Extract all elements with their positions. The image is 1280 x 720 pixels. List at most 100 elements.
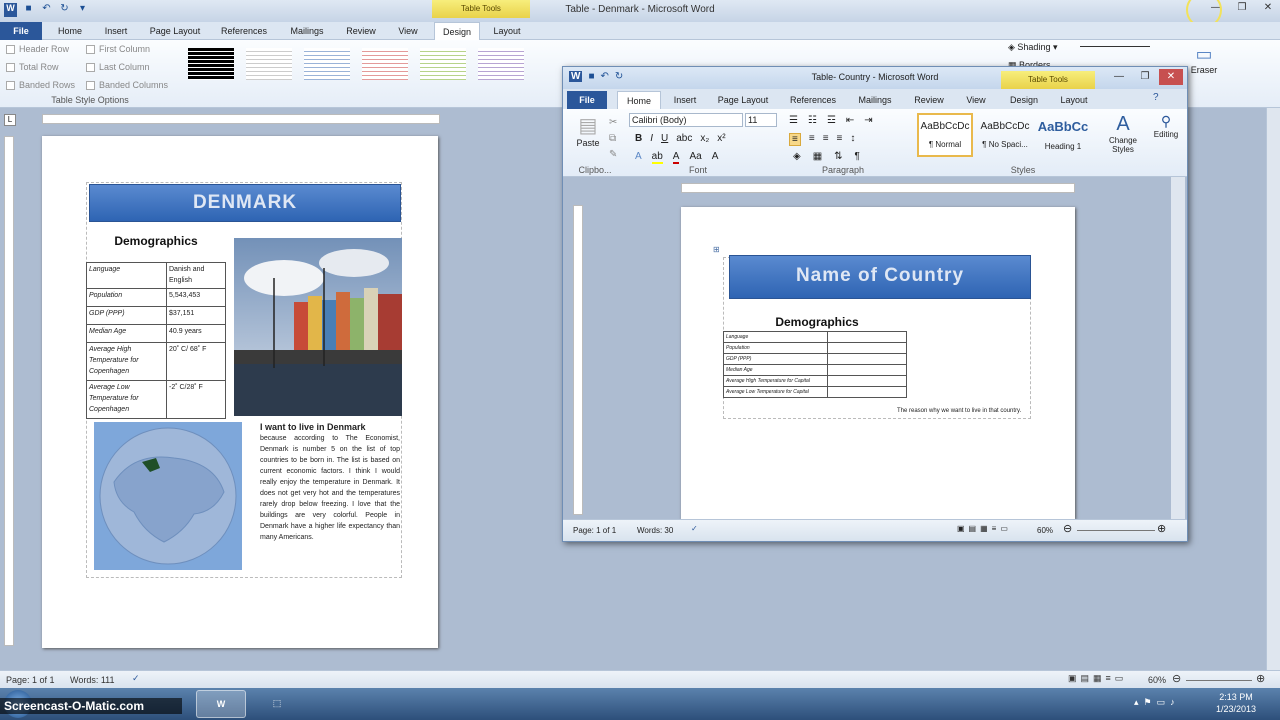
restore-icon[interactable]: ❐ xyxy=(1230,0,1254,16)
justify-icon[interactable]: ≡ xyxy=(837,133,843,146)
italic-icon[interactable]: I xyxy=(650,133,653,144)
page-count[interactable]: Page: 1 of 1 xyxy=(573,526,616,535)
tab-home[interactable]: Home xyxy=(617,91,661,109)
proofing-icon[interactable]: ✓ xyxy=(691,524,698,533)
restore-icon[interactable]: ❐ xyxy=(1133,69,1157,85)
line-spacing-icon[interactable]: ↕ xyxy=(850,133,855,146)
table-style-swatch[interactable] xyxy=(478,48,524,80)
center-icon[interactable]: ≡ xyxy=(809,133,815,146)
inner-document-page[interactable]: Name of Country Demographics Language Po… xyxy=(681,207,1075,519)
tab-view[interactable]: View xyxy=(390,22,426,40)
style-normal[interactable]: AaBbCcDc ¶ Normal xyxy=(917,113,973,157)
bold-icon[interactable]: B xyxy=(635,133,642,144)
highlight-icon[interactable]: ab xyxy=(651,151,663,164)
tab-mailings[interactable]: Mailings xyxy=(849,91,901,109)
close-icon[interactable]: ✕ xyxy=(1256,0,1280,16)
page-count[interactable]: Page: 1 of 1 xyxy=(6,675,55,685)
change-case-icon[interactable]: Aa xyxy=(689,151,701,164)
table-style-swatch[interactable] xyxy=(420,48,466,80)
shading-button[interactable]: ◈ Shading ▾ xyxy=(1008,42,1057,53)
tab-mailings[interactable]: Mailings xyxy=(282,22,332,40)
paste-button[interactable]: ▤ Paste xyxy=(571,113,605,148)
font-color-icon[interactable]: A xyxy=(672,151,680,164)
tab-page-layout[interactable]: Page Layout xyxy=(144,22,206,40)
close-icon[interactable]: ✕ xyxy=(1159,69,1183,85)
banded-rows-checkbox[interactable]: Banded Rows xyxy=(6,80,75,90)
view-buttons[interactable]: ▣▤▦≡▭ xyxy=(1068,673,1127,684)
text-effects-icon[interactable]: A xyxy=(635,151,642,164)
superscript-icon[interactable]: x² xyxy=(717,133,725,144)
first-column-checkbox[interactable]: First Column xyxy=(86,44,150,54)
clock[interactable]: 2:13 PM 1/23/2013 xyxy=(1206,691,1266,715)
tab-review[interactable]: Review xyxy=(340,22,382,40)
align-left-icon[interactable]: ≡ xyxy=(789,133,801,146)
font-size-select[interactable]: 11 xyxy=(745,113,777,127)
tab-design[interactable]: Design xyxy=(1001,91,1047,109)
eraser-button[interactable]: ▭ Eraser xyxy=(1186,44,1222,75)
borders-icon[interactable]: ▦ xyxy=(813,151,822,162)
proofing-icon[interactable]: ✓ xyxy=(132,673,140,684)
zoom-in-icon[interactable]: ⊕ xyxy=(1256,672,1265,685)
multilevel-icon[interactable]: ☲ xyxy=(827,115,836,126)
zoom-in-icon[interactable]: ⊕ xyxy=(1157,522,1166,535)
tab-design[interactable]: Design xyxy=(434,22,480,40)
word-count[interactable]: Words: 111 xyxy=(70,675,115,685)
subscript-icon[interactable]: x₂ xyxy=(700,133,709,144)
table-style-swatch[interactable] xyxy=(362,48,408,80)
zoom-slider[interactable] xyxy=(1077,530,1155,531)
tab-layout[interactable]: Layout xyxy=(1051,91,1097,109)
increase-indent-icon[interactable]: ⇥ xyxy=(864,115,872,126)
line-style-select[interactable] xyxy=(1080,46,1150,47)
zoom-slider[interactable] xyxy=(1186,680,1252,681)
inner-word-window[interactable]: W ■ ↶ ↻ Table- Country - Microsoft Word … xyxy=(562,66,1188,542)
sort-icon[interactable]: ⇅ xyxy=(834,151,842,162)
word-taskbar-icon[interactable]: W xyxy=(196,690,246,718)
tab-file[interactable]: File xyxy=(567,91,607,109)
editing-button[interactable]: ⚲ Editing xyxy=(1147,113,1185,139)
grow-font-icon[interactable]: A xyxy=(712,151,719,164)
tray-icons[interactable]: ▴⚑▭♪ xyxy=(1134,697,1180,708)
tab-file[interactable]: File xyxy=(0,22,42,40)
copy-icon[interactable]: ⧉ xyxy=(609,131,617,147)
tab-selector-icon[interactable]: L xyxy=(4,114,16,126)
tab-home[interactable]: Home xyxy=(50,22,90,40)
zoom-out-icon[interactable]: ⊖ xyxy=(1172,672,1181,685)
word-count[interactable]: Words: 30 xyxy=(637,526,673,535)
style-heading-1[interactable]: AaBbCc Heading 1 xyxy=(1035,115,1091,159)
inner-document-area[interactable]: Name of Country Demographics Language Po… xyxy=(563,177,1187,519)
vertical-ruler[interactable] xyxy=(4,136,14,646)
header-row-checkbox[interactable]: Header Row xyxy=(6,44,69,54)
tab-insert[interactable]: Insert xyxy=(94,22,138,40)
tab-insert[interactable]: Insert xyxy=(665,91,705,109)
tab-references[interactable]: References xyxy=(214,22,274,40)
inner-vertical-ruler[interactable] xyxy=(573,205,583,515)
last-column-checkbox[interactable]: Last Column xyxy=(86,62,150,72)
tab-view[interactable]: View xyxy=(957,91,995,109)
font-name-select[interactable]: Calibri (Body) xyxy=(629,113,743,127)
help-icon[interactable]: ? xyxy=(1153,92,1159,103)
total-row-checkbox[interactable]: Total Row xyxy=(6,62,59,72)
cut-icon[interactable]: ✂ xyxy=(609,115,617,131)
document-page[interactable]: DENMARK Demographics Language Danish and … xyxy=(42,136,438,648)
tab-review[interactable]: Review xyxy=(907,91,951,109)
numbering-icon[interactable]: ☷ xyxy=(808,115,817,126)
tab-references[interactable]: References xyxy=(783,91,843,109)
decrease-indent-icon[interactable]: ⇤ xyxy=(846,115,854,126)
underline-icon[interactable]: U xyxy=(661,133,668,144)
pilcrow-icon[interactable]: ¶ xyxy=(855,151,860,162)
vertical-scrollbar[interactable] xyxy=(1266,108,1280,670)
shading-icon[interactable]: ◈ xyxy=(793,151,801,162)
zoom-level[interactable]: 60% xyxy=(1148,675,1166,685)
style-no-spacing[interactable]: AaBbCcDc ¶ No Spaci... xyxy=(977,115,1033,159)
tab-page-layout[interactable]: Page Layout xyxy=(711,91,775,109)
banded-columns-checkbox[interactable]: Banded Columns xyxy=(86,80,168,90)
view-buttons[interactable]: ▣▤▦≡▭ xyxy=(957,524,1012,533)
minimize-icon[interactable]: — xyxy=(1107,69,1131,85)
zoom-out-icon[interactable]: ⊖ xyxy=(1063,522,1072,535)
table-style-swatch[interactable] xyxy=(246,48,292,80)
capture-taskbar-icon[interactable]: ⬚ xyxy=(252,690,302,718)
align-right-icon[interactable]: ≡ xyxy=(823,133,829,146)
horizontal-ruler[interactable] xyxy=(42,114,440,124)
table-style-swatch[interactable] xyxy=(188,48,234,80)
change-styles-button[interactable]: A Change Styles xyxy=(1103,113,1143,154)
